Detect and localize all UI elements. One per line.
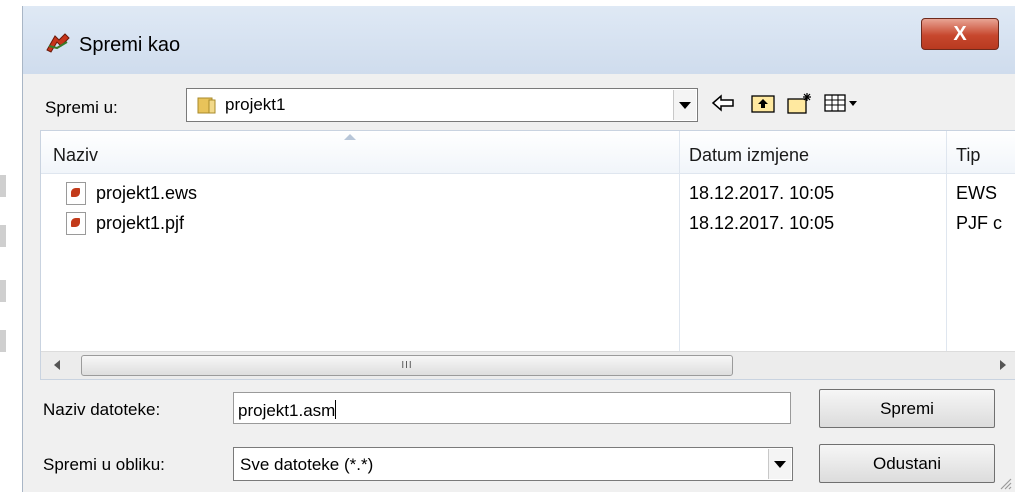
background-strip	[0, 280, 6, 302]
file-type-label: Spremi u obliku:	[43, 455, 165, 474]
file-type-value: Sve datoteke (*.*)	[240, 455, 374, 474]
app-logo-icon	[46, 33, 70, 53]
file-row[interactable]: projekt1.pjf 18.12.2017. 10:05 PJF c	[41, 208, 1015, 238]
save-in-label: Spremi u:	[45, 98, 118, 117]
text-caret	[335, 400, 337, 419]
file-name-label: Naziv datoteke:	[43, 400, 161, 419]
cancel-button[interactable]: Odustani	[819, 444, 995, 483]
save-button[interactable]: Spremi	[819, 389, 995, 428]
column-divider	[679, 131, 680, 351]
chevron-down-icon	[774, 460, 786, 468]
save-button-label: Spremi	[880, 398, 934, 418]
file-type: PJF c	[956, 213, 1003, 233]
up-folder-icon[interactable]	[749, 91, 777, 115]
dialog-title: Spremi kao	[79, 34, 181, 56]
scrollbar-grip: III	[401, 360, 413, 371]
close-icon: X	[953, 22, 967, 45]
save-in-dropdown-arrow[interactable]	[673, 90, 696, 120]
scrollbar-thumb[interactable]: III	[81, 355, 733, 376]
background-strip	[0, 225, 6, 247]
column-header-type[interactable]: Tip	[956, 145, 980, 166]
scroll-right-icon[interactable]	[999, 360, 1007, 370]
back-arrow-icon[interactable]	[709, 91, 737, 115]
file-type-dropdown[interactable]: Sve datoteke (*.*)	[233, 447, 793, 481]
file-list-header: Naziv Datum izmjene Tip	[41, 131, 1015, 174]
file-icon	[66, 212, 86, 235]
background-strip	[0, 175, 6, 197]
chevron-down-icon	[679, 101, 691, 109]
new-folder-icon[interactable]	[785, 91, 813, 115]
save-as-dialog: Spremi kao X Spremi u: projekt1 Naziv Da…	[22, 6, 1015, 492]
column-header-name[interactable]: Naziv	[53, 145, 98, 166]
file-name-value: projekt1.asm	[238, 401, 336, 420]
file-type-dropdown-arrow[interactable]	[768, 449, 791, 479]
file-name: projekt1.pjf	[96, 213, 185, 233]
save-in-dropdown[interactable]: projekt1	[186, 88, 698, 122]
scroll-left-icon[interactable]	[53, 360, 61, 370]
file-name: projekt1.ews	[96, 183, 198, 203]
folder-icon	[197, 97, 216, 114]
file-date: 18.12.2017. 10:05	[689, 183, 835, 203]
file-type: EWS	[956, 183, 998, 203]
column-header-date[interactable]: Datum izmjene	[689, 145, 809, 166]
file-icon	[66, 182, 86, 205]
background-strip	[0, 330, 6, 352]
sort-ascending-icon	[344, 134, 356, 140]
file-list[interactable]: Naziv Datum izmjene Tip projekt1.ews 18.…	[40, 130, 1015, 380]
resize-grip-icon[interactable]	[998, 476, 1012, 490]
file-row[interactable]: projekt1.ews 18.12.2017. 10:05 EWS	[41, 178, 1015, 208]
view-menu-icon[interactable]	[823, 91, 861, 115]
column-divider	[946, 131, 947, 351]
close-button[interactable]: X	[921, 18, 999, 50]
horizontal-scrollbar[interactable]: III	[41, 351, 1015, 379]
save-in-value: projekt1	[225, 95, 286, 114]
cancel-button-label: Odustani	[872, 453, 942, 473]
title-bar: Spremi kao X	[23, 6, 1015, 74]
file-date: 18.12.2017. 10:05	[689, 213, 835, 233]
file-name-input[interactable]: projekt1.asm	[233, 392, 791, 424]
